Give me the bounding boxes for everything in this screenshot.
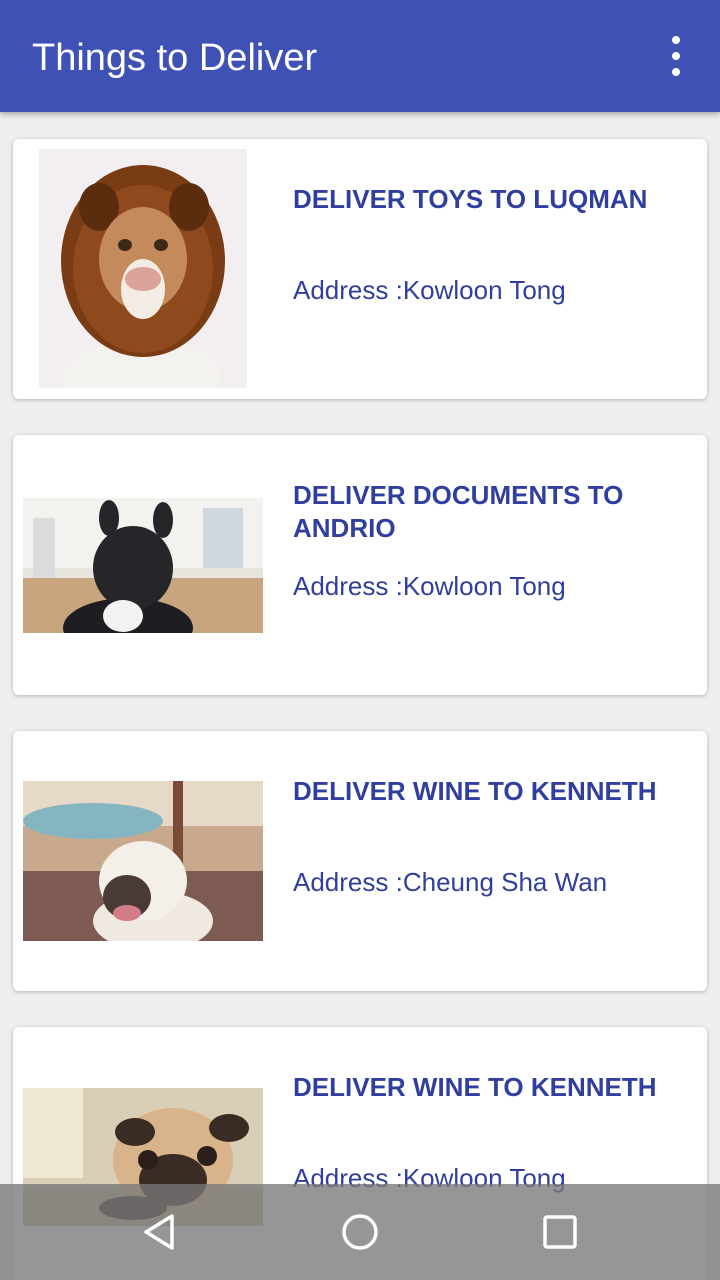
app-bar: Things to Deliver [0,0,720,112]
delivery-title: DELIVER DOCUMENTS TO ANDRIO [293,480,624,543]
delivery-list[interactable]: DELIVER TOYS TO LUQMAN Address :Kowloon … [0,112,720,1280]
delivery-title: DELIVER WINE TO KENNETH [293,1072,657,1102]
delivery-card[interactable]: DELIVER WINE TO KENNETH Address :Cheung … [13,731,707,991]
delivery-card[interactable]: DELIVER TOYS TO LUQMAN Address :Kowloon … [13,139,707,399]
delivery-title: DELIVER WINE TO KENNETH [293,776,657,806]
app-title: Things to Deliver [32,37,318,79]
french-bulldog-photo [23,498,263,633]
system-navigation-bar [0,1184,720,1280]
app-screen: Things to Deliver DELIVER TOYS TO LUQMAN… [0,0,720,1280]
overflow-menu-icon[interactable] [658,36,694,76]
home-circle-icon[interactable] [336,1208,384,1256]
delivery-address: Address :Kowloon Tong [293,571,566,601]
bull-terrier-poolside-photo [23,781,263,941]
delivery-title: DELIVER TOYS TO LUQMAN [293,184,648,214]
dog-in-lion-hood-photo [39,149,247,388]
recents-square-icon[interactable] [536,1208,584,1256]
delivery-card[interactable]: DELIVER DOCUMENTS TO ANDRIO Address :Kow… [13,435,707,695]
delivery-address: Address :Kowloon Tong [293,275,566,305]
delivery-address: Address :Cheung Sha Wan [293,867,608,897]
back-triangle-icon[interactable] [136,1208,184,1256]
